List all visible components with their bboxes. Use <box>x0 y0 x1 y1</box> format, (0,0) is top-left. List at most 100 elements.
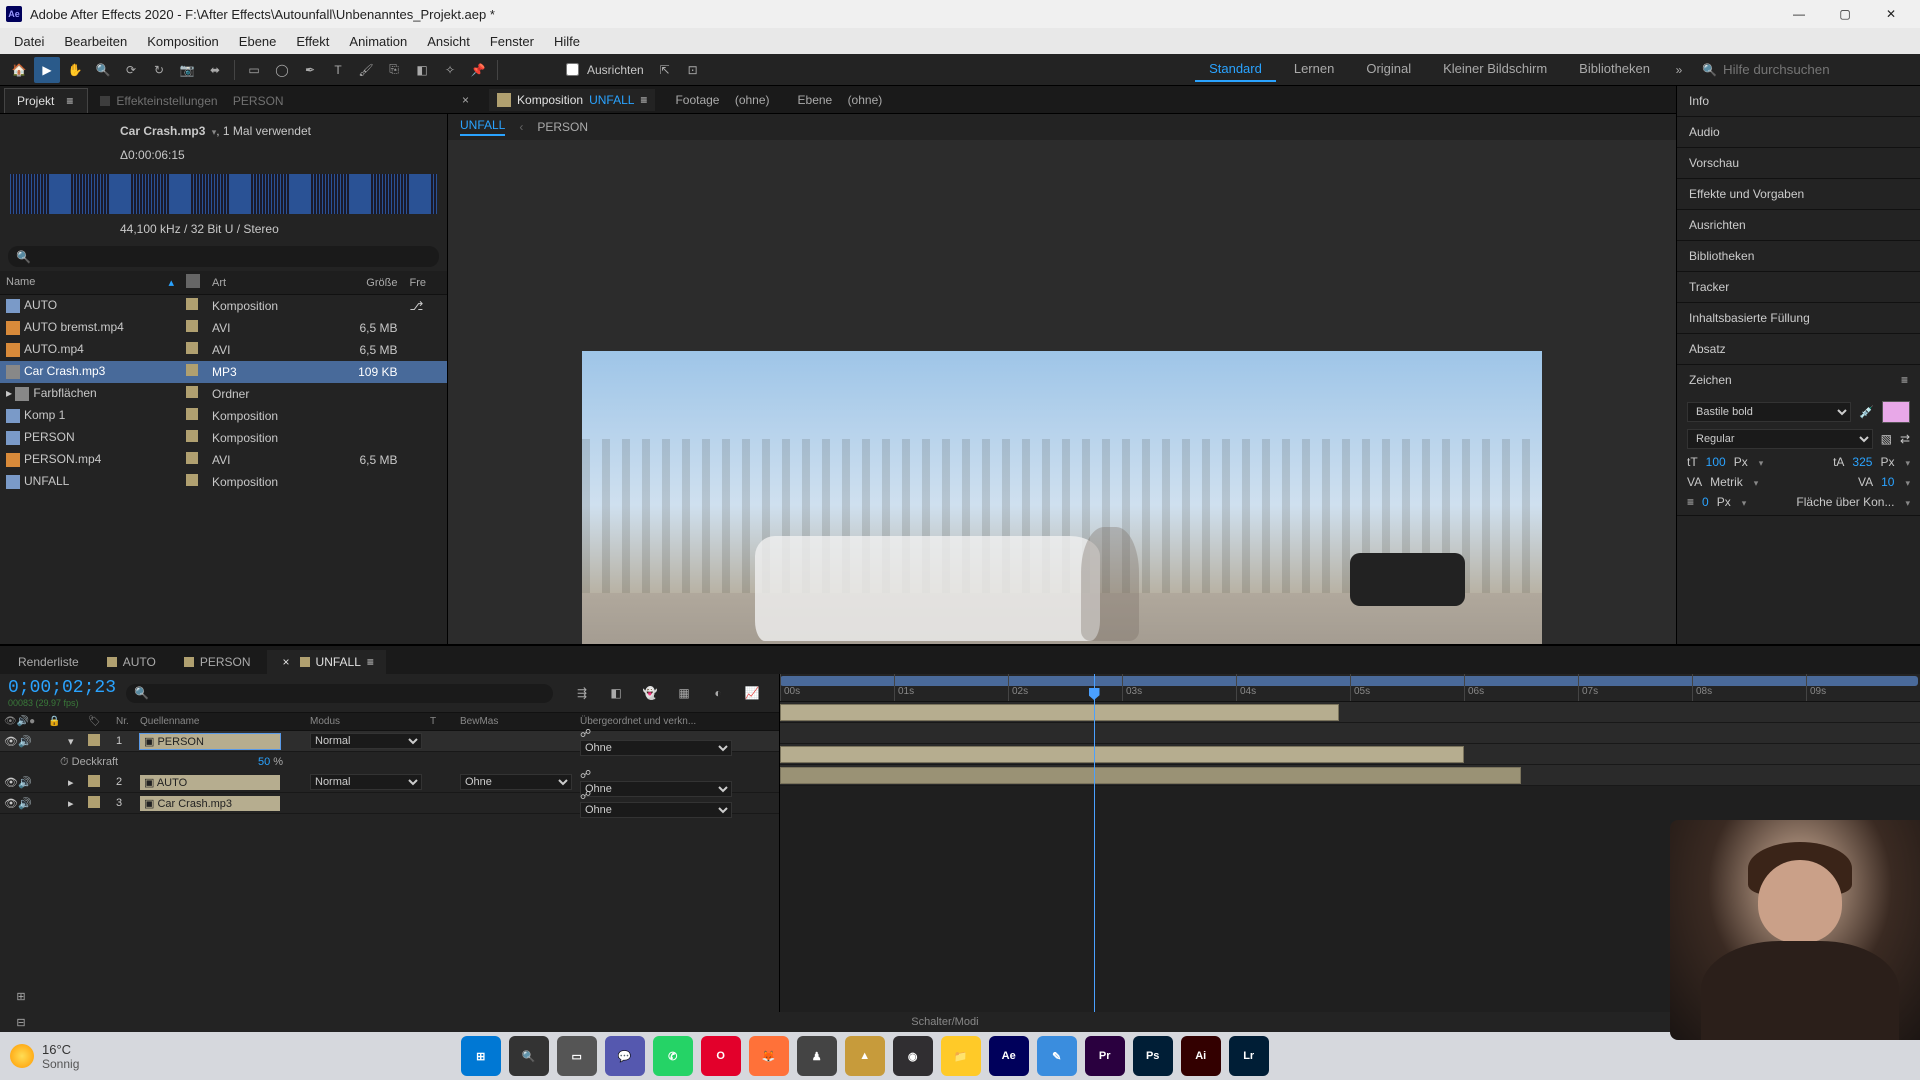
taskbar-premiere-icon[interactable]: Pr <box>1085 1036 1125 1076</box>
panel-tracker[interactable]: Tracker <box>1677 272 1920 302</box>
timeline-track[interactable] <box>780 744 1920 765</box>
project-item[interactable]: PERSON Komposition <box>0 427 447 449</box>
selection-tool-icon[interactable]: ▶ <box>34 57 60 83</box>
project-item[interactable]: AUTO.mp4 AVI 6,5 MB <box>0 339 447 361</box>
taskbar-illustrator-icon[interactable]: Ai <box>1181 1036 1221 1076</box>
snap-checkbox[interactable] <box>566 63 579 76</box>
panel-absatz[interactable]: Absatz <box>1677 334 1920 364</box>
timeline-search-input[interactable] <box>149 686 545 701</box>
draft3d-icon[interactable]: ◧ <box>603 680 629 706</box>
close-icon[interactable]: × <box>279 655 294 669</box>
taskbar-whatsapp-icon[interactable]: ✆ <box>653 1036 693 1076</box>
workspace-bibliotheken[interactable]: Bibliotheken <box>1565 57 1664 82</box>
menu-effekt[interactable]: Effekt <box>286 30 339 53</box>
taskbar-search-icon[interactable]: 🔍 <box>509 1036 549 1076</box>
pan-tool-icon[interactable]: ⬌ <box>202 57 228 83</box>
project-item[interactable]: Car Crash.mp3 MP3 109 KB <box>0 361 447 383</box>
pen-tool-icon[interactable]: ✒ <box>297 57 323 83</box>
project-item[interactable]: PERSON.mp4 AVI 6,5 MB <box>0 449 447 471</box>
timeline-search[interactable]: 🔍 <box>126 684 553 703</box>
font-style-select[interactable]: Regular <box>1687 429 1873 449</box>
workspace-lernen[interactable]: Lernen <box>1280 57 1348 82</box>
taskbar-obs-icon[interactable]: ◉ <box>893 1036 933 1076</box>
work-area-bar[interactable] <box>780 676 1918 686</box>
panel-zeichen[interactable]: Zeichen ≡ <box>1677 365 1920 395</box>
rect-tool-icon[interactable]: ▭ <box>241 57 267 83</box>
blend-mode-select[interactable]: Normal <box>310 733 422 749</box>
parent-select[interactable]: Ohne <box>580 740 732 756</box>
taskbar-app2-icon[interactable]: ▲ <box>845 1036 885 1076</box>
switches-modes-toggle[interactable]: Schalter/Modi <box>911 1016 978 1028</box>
comp-mini-flowchart-icon[interactable]: ⇶ <box>569 680 595 706</box>
snap-opt1-icon[interactable]: ⇱ <box>652 57 678 83</box>
clone-tool-icon[interactable]: ⎘ <box>381 57 407 83</box>
minimize-button[interactable]: — <box>1776 0 1822 28</box>
weather-widget[interactable]: 16°C Sonnig <box>10 1042 79 1071</box>
timeline-timecode[interactable]: 0;00;02;23 <box>8 678 116 698</box>
panel-menu-icon[interactable]: ≡ <box>367 655 374 669</box>
stroke-value[interactable]: 0 <box>1702 495 1709 509</box>
hand-tool-icon[interactable]: ✋ <box>62 57 88 83</box>
eraser-tool-icon[interactable]: ◧ <box>409 57 435 83</box>
taskbar-app3-icon[interactable]: ✎ <box>1037 1036 1077 1076</box>
swap-colors-icon[interactable]: ⇄ <box>1900 432 1910 446</box>
no-fill-icon[interactable]: ▧ <box>1881 432 1892 446</box>
menu-komposition[interactable]: Komposition <box>137 30 229 53</box>
timeline-track[interactable] <box>780 765 1920 786</box>
taskbar-opera-icon[interactable]: O <box>701 1036 741 1076</box>
maximize-button[interactable]: ▢ <box>1822 0 1868 28</box>
menu-fenster[interactable]: Fenster <box>480 30 544 53</box>
project-search-input[interactable] <box>31 249 431 264</box>
trkmat-select[interactable]: Ohne <box>460 774 572 790</box>
timeline-track[interactable] <box>780 702 1920 723</box>
toggle-switches-icon[interactable]: ⊞ <box>8 983 34 1009</box>
timeline-track[interactable] <box>780 723 1920 744</box>
breadcrumb-unfall[interactable]: UNFALL <box>460 118 505 136</box>
clip[interactable] <box>780 767 1521 784</box>
clip[interactable] <box>780 746 1464 763</box>
taskbar-after-effects-icon[interactable]: Ae <box>989 1036 1029 1076</box>
kerning-value[interactable]: Metrik <box>1710 475 1743 489</box>
shy-icon[interactable]: 👻 <box>637 680 663 706</box>
workspace-standard[interactable]: Standard <box>1195 57 1276 82</box>
breadcrumb-person[interactable]: PERSON <box>537 120 588 134</box>
timeline-tab-renderliste[interactable]: Renderliste <box>6 650 91 674</box>
menu-datei[interactable]: Datei <box>4 30 54 53</box>
camera-tool-icon[interactable]: 📷 <box>174 57 200 83</box>
clip[interactable] <box>780 704 1339 721</box>
project-item[interactable]: Komp 1 Komposition <box>0 405 447 427</box>
panel-inhaltsbasierte-füllung[interactable]: Inhaltsbasierte Füllung <box>1677 303 1920 333</box>
taskbar-lightroom-icon[interactable]: Lr <box>1229 1036 1269 1076</box>
project-item[interactable]: ▸ Farbflächen Ordner <box>0 383 447 405</box>
brush-tool-icon[interactable]: 🖌 <box>353 57 379 83</box>
menu-animation[interactable]: Animation <box>339 30 417 53</box>
tab-effect-settings[interactable]: Effekteinstellungen PERSON <box>88 89 295 113</box>
project-item[interactable]: UNFALL Komposition <box>0 471 447 493</box>
menu-ebene[interactable]: Ebene <box>229 30 287 53</box>
leading-value[interactable]: 325 <box>1852 455 1872 469</box>
frame-blend-icon[interactable]: ▦ <box>671 680 697 706</box>
label-column-icon[interactable] <box>186 274 200 288</box>
taskbar-photoshop-icon[interactable]: Ps <box>1133 1036 1173 1076</box>
close-icon[interactable]: × <box>454 89 477 111</box>
taskbar-task-view-icon[interactable]: ▭ <box>557 1036 597 1076</box>
motion-blur-icon[interactable]: ◐ <box>705 680 731 706</box>
workspace-overflow-icon[interactable]: » <box>1666 57 1692 83</box>
tab-footage[interactable]: Footage (ohne) <box>667 89 777 111</box>
help-search[interactable]: 🔍 <box>1694 62 1914 77</box>
menu-hilfe[interactable]: Hilfe <box>544 30 590 53</box>
panel-menu-icon[interactable]: ≡ <box>1901 373 1908 387</box>
graph-editor-icon[interactable]: 📈 <box>739 680 765 706</box>
fill-over-stroke[interactable]: Fläche über Kon... <box>1796 495 1894 509</box>
zoom-tool-icon[interactable]: 🔍 <box>90 57 116 83</box>
timeline-tab-auto[interactable]: AUTO <box>95 650 168 674</box>
panel-menu-icon[interactable]: ≡ <box>640 93 647 107</box>
playhead[interactable] <box>1094 674 1095 1012</box>
tracking-value[interactable]: 10 <box>1881 475 1894 489</box>
sort-icon[interactable]: ▴ <box>168 276 174 289</box>
timeline-tab-unfall[interactable]: ×UNFALL ≡ <box>267 650 386 674</box>
taskbar-app1-icon[interactable]: ♟ <box>797 1036 837 1076</box>
taskbar-start-icon[interactable]: ⊞ <box>461 1036 501 1076</box>
close-button[interactable]: ✕ <box>1868 0 1914 28</box>
project-item[interactable]: AUTO Komposition ⎇ <box>0 295 447 317</box>
